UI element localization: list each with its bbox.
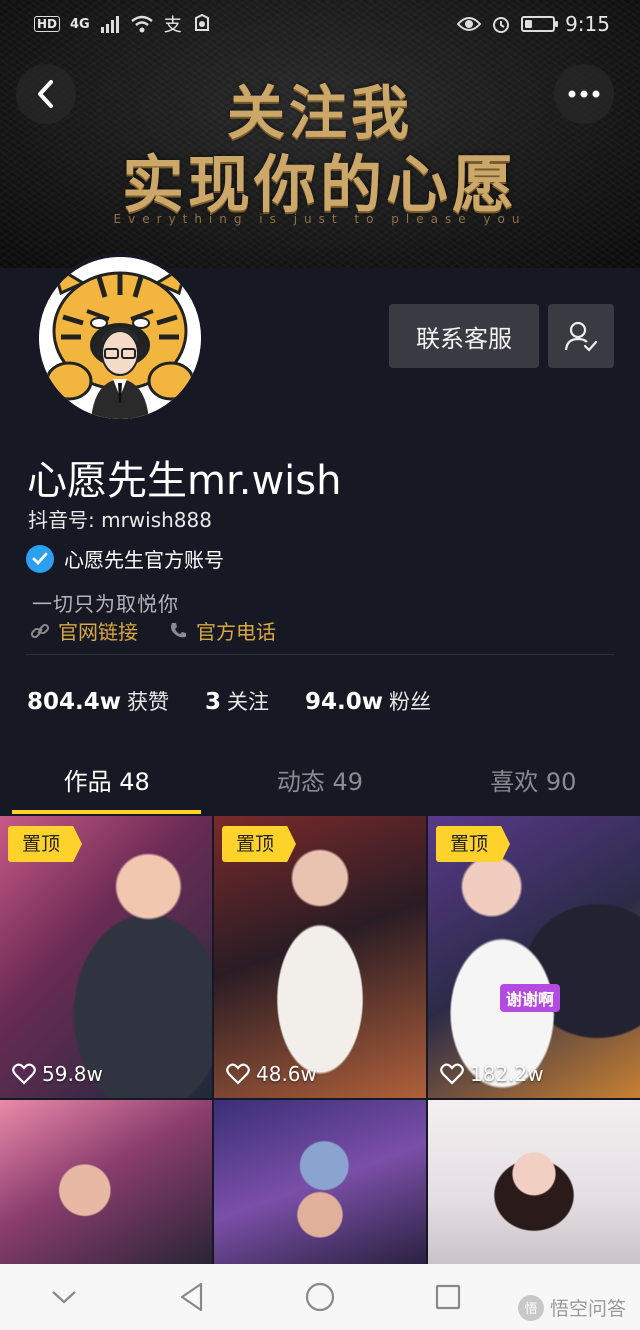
profile-stats: 804.4w 获赞 3 关注 94.0w 粉丝 [27, 686, 431, 716]
video-likes: 182.2w [440, 1062, 544, 1086]
user-check-icon [564, 321, 598, 352]
network-label: 4G [70, 16, 90, 32]
nav-recents-button[interactable] [418, 1272, 478, 1322]
hd-indicator: HD [34, 16, 61, 32]
verified-row: 心愿先生官方账号 [26, 544, 224, 573]
stat-following-value: 3 [205, 689, 222, 715]
circle-home-icon [305, 1282, 335, 1312]
chevron-down-icon [52, 1291, 76, 1304]
verified-badge-icon [26, 544, 54, 573]
triangle-back-icon [180, 1282, 203, 1312]
banner-title-line2: 实现你的心愿 [121, 148, 518, 221]
tab-dynamics[interactable]: 动态 49 [213, 758, 426, 814]
phone-link-label: 官方电话 [196, 620, 276, 644]
website-link[interactable]: 官网链接 [30, 616, 138, 645]
website-link-label: 官网链接 [58, 620, 138, 644]
video-thumbnail[interactable] [0, 1100, 212, 1264]
heart-icon [440, 1063, 464, 1085]
douyin-id: 抖音号: mrwish888 [28, 508, 212, 532]
video-grid: 置顶 59.8w 置顶 48.6w 置顶 谢谢啊 182.2w [0, 816, 640, 1264]
avatar-illustration [39, 257, 201, 419]
pinned-badge: 置顶 [8, 826, 83, 862]
stat-followers[interactable]: 94.0w 粉丝 [305, 686, 431, 716]
video-likes-count: 182.2w [470, 1062, 544, 1086]
square-recents-icon [435, 1284, 461, 1310]
wukong-logo-icon: 悟 [517, 1294, 544, 1321]
alarm-icon [493, 17, 510, 33]
video-likes-count: 48.6w [256, 1062, 317, 1086]
banner-subtitle: Everything is just to please you [113, 212, 527, 226]
profile-links: 官网链接 官方电话 [30, 616, 276, 645]
profile-nickname: 心愿先生mr.wish [27, 458, 342, 504]
contact-service-button[interactable]: 联系客服 [389, 304, 539, 368]
signal-icon [100, 16, 119, 33]
nav-home-button[interactable] [290, 1272, 350, 1322]
video-likes-count: 59.8w [42, 1062, 103, 1086]
tab-likes[interactable]: 喜欢 90 [427, 758, 640, 814]
profile-banner: HD 4G 支 9:15 关注我 实现你的心愿 Everything is ju… [0, 0, 640, 268]
profile-divider [26, 654, 614, 655]
nav-hide-button[interactable] [34, 1272, 94, 1322]
stat-likes-label: 获赞 [127, 690, 169, 714]
link-icon [30, 623, 50, 638]
eye-icon [457, 17, 482, 31]
wifi-icon [130, 15, 153, 33]
pinned-badge: 置顶 [222, 826, 297, 862]
alipay-icon: 支 [163, 15, 182, 36]
video-likes: 59.8w [12, 1062, 103, 1086]
battery-icon [521, 16, 559, 32]
stat-following[interactable]: 3 关注 [205, 686, 269, 716]
bag-icon [194, 14, 209, 31]
avatar[interactable] [35, 253, 205, 423]
status-bar-left: HD 4G 支 [34, 11, 212, 37]
pinned-badge: 置顶 [436, 826, 511, 862]
phone-icon [171, 622, 186, 637]
stat-likes[interactable]: 804.4w 获赞 [27, 686, 169, 716]
status-bar-right: 9:15 [457, 12, 610, 36]
video-thumbnail[interactable]: 置顶 谢谢啊 182.2w [428, 816, 640, 1098]
stat-followers-label: 粉丝 [389, 690, 432, 714]
video-caption-sticker: 谢谢啊 [500, 984, 561, 1012]
video-thumbnail[interactable] [428, 1100, 640, 1264]
profile-bio: 一切只为取悦你 [32, 592, 179, 616]
heart-icon [12, 1063, 36, 1085]
follow-status-button[interactable] [548, 304, 614, 368]
watermark: 悟 悟空问答 [517, 1294, 626, 1321]
nav-back-button[interactable] [162, 1272, 222, 1322]
video-thumbnail[interactable]: 置顶 59.8w [0, 816, 212, 1098]
stat-followers-value: 94.0w [305, 689, 384, 715]
video-likes: 48.6w [226, 1062, 317, 1086]
battery-level [525, 20, 533, 28]
video-thumbnail[interactable] [214, 1100, 426, 1264]
stat-following-label: 关注 [227, 690, 270, 714]
status-bar: HD 4G 支 9:15 [0, 0, 640, 48]
status-time: 9:15 [565, 12, 610, 36]
phone-link[interactable]: 官方电话 [168, 616, 276, 645]
video-thumbnail[interactable]: 置顶 48.6w [214, 816, 426, 1098]
watermark-text: 悟空问答 [549, 1298, 626, 1320]
verified-text: 心愿先生官方账号 [64, 548, 224, 572]
stat-likes-value: 804.4w [27, 689, 121, 715]
profile-tabs: 作品 48 动态 49 喜欢 90 [0, 758, 640, 814]
tab-works[interactable]: 作品 48 [0, 758, 213, 814]
heart-icon [226, 1063, 250, 1085]
